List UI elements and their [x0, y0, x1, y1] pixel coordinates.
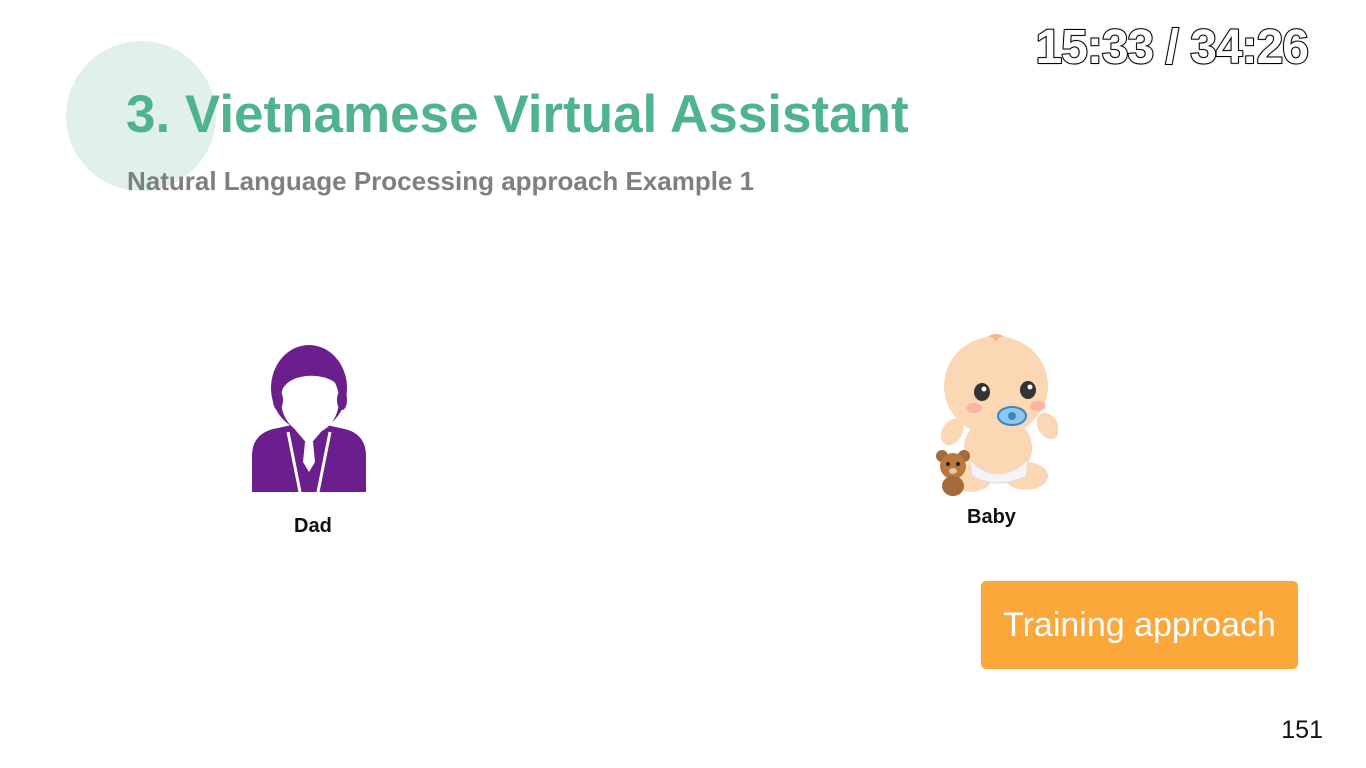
dad-label: Dad	[294, 515, 332, 537]
slide-title: 3. Vietnamese Virtual Assistant	[126, 85, 909, 144]
slide-subtitle: Natural Language Processing approach Exa…	[127, 166, 755, 196]
page-number: 151	[1281, 716, 1323, 744]
baby-label: Baby	[967, 506, 1016, 528]
video-timestamp: 15:33 / 34:26	[1034, 20, 1310, 75]
baby-icon	[930, 328, 1060, 498]
training-approach-button[interactable]: Training approach	[981, 581, 1298, 669]
person-icon	[248, 344, 370, 496]
